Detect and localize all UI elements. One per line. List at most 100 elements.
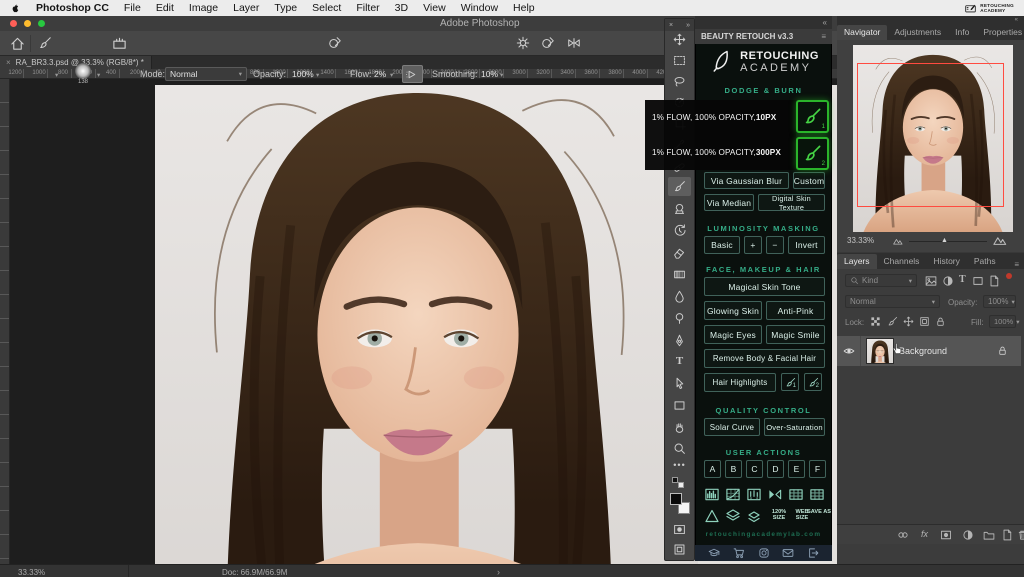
histogram-action-icon[interactable] <box>704 487 720 502</box>
grid-action-icon[interactable] <box>788 487 804 502</box>
user-action-e-button[interactable]: E <box>788 460 805 478</box>
symmetry-butterfly-icon[interactable] <box>567 36 581 50</box>
opacity-value[interactable]: 100% <box>292 69 314 79</box>
menu-filter[interactable]: Filter <box>356 2 379 14</box>
instagram-icon[interactable] <box>758 547 770 559</box>
luminosity-invert-button[interactable]: Invert <box>788 236 825 254</box>
layer-fill-field[interactable]: 100%▾ <box>989 315 1016 328</box>
brush-tool-preset-icon[interactable] <box>38 36 52 50</box>
tab-channels[interactable]: Channels <box>877 254 927 269</box>
stack-layers-action-icon[interactable] <box>725 508 741 524</box>
filter-type-icon[interactable]: T <box>959 274 966 285</box>
home-icon[interactable] <box>10 36 25 51</box>
user-action-f-button[interactable]: F <box>809 460 826 478</box>
flow-value[interactable]: 2% <box>374 69 386 79</box>
close-icon[interactable]: × <box>669 22 673 29</box>
chevron-down-icon[interactable]: ▾ <box>97 71 100 79</box>
via-gaussian-blur-button[interactable]: Via Gaussian Blur <box>704 172 789 189</box>
navigator-view-box[interactable] <box>857 63 1004 207</box>
flatten-layers-action-icon[interactable] <box>746 508 762 524</box>
luminosity-plus-button[interactable]: + <box>744 236 762 254</box>
user-action-b-button[interactable]: B <box>725 460 742 478</box>
blend-mode-select[interactable]: Normal▾ <box>845 295 940 308</box>
menu-image[interactable]: Image <box>189 2 218 14</box>
insert-grid-action-icon[interactable] <box>809 487 825 502</box>
navigator-zoom-value[interactable]: 33.33% <box>847 236 874 245</box>
slider-thumb[interactable]: ▲ <box>941 237 948 244</box>
levels-action-icon[interactable] <box>746 487 762 502</box>
layer-visibility-eye-icon[interactable] <box>843 345 855 357</box>
solar-curve-button[interactable]: Solar Curve <box>704 418 760 436</box>
filter-shape-icon[interactable] <box>972 275 984 287</box>
tab-history[interactable]: History <box>926 254 966 269</box>
menu-3d[interactable]: 3D <box>395 2 408 14</box>
filter-image-icon[interactable] <box>925 275 937 287</box>
academy-link[interactable]: retouchingacademylab.com <box>696 531 831 538</box>
cart-icon[interactable] <box>733 547 745 559</box>
email-icon[interactable] <box>782 547 794 559</box>
type-tool[interactable]: T <box>665 355 694 367</box>
hair-highlights-button[interactable]: Hair Highlights <box>704 373 776 392</box>
menu-view[interactable]: View <box>423 2 446 14</box>
menu-select[interactable]: Select <box>312 2 341 14</box>
smoothing-value[interactable]: 10% <box>481 69 498 79</box>
hand-tool[interactable] <box>665 421 694 434</box>
lock-all-icon[interactable] <box>935 316 946 327</box>
chevron-down-icon[interactable]: ▾ <box>55 71 58 79</box>
history-brush-tool[interactable] <box>665 224 694 237</box>
layer-style-fx-button[interactable]: fx <box>921 529 928 539</box>
luminosity-minus-button[interactable]: − <box>766 236 784 254</box>
filter-smart-object-icon[interactable] <box>988 275 1000 287</box>
layer-opacity-field[interactable]: 100%▾ <box>983 295 1016 308</box>
tab-paths[interactable]: Paths <box>967 254 1003 269</box>
marquee-tool[interactable] <box>665 54 694 67</box>
brush-tool-selected[interactable] <box>665 180 694 193</box>
tab-layers[interactable]: Layers <box>837 254 877 269</box>
education-cap-icon[interactable] <box>708 547 720 559</box>
apple-icon[interactable] <box>10 3 21 14</box>
beauty-retouch-tab[interactable]: BEAUTY RETOUCH v3.3 ≡ <box>695 29 832 44</box>
gradient-tool[interactable] <box>665 268 694 281</box>
new-adjustment-layer-icon[interactable] <box>962 529 974 541</box>
delete-layer-trash-icon[interactable] <box>1017 529 1024 541</box>
dodge-burn-brush-2-button[interactable]: 2 <box>796 137 829 170</box>
lock-artboard-icon[interactable] <box>919 316 930 327</box>
layer-name[interactable]: Background <box>899 346 947 356</box>
dodge-tool[interactable] <box>665 312 694 325</box>
move-tool[interactable] <box>665 33 694 46</box>
lasso-tool[interactable] <box>665 75 694 88</box>
status-doc-info[interactable]: Doc: 66.9M/66.9M <box>222 568 287 577</box>
triangle-action-icon[interactable] <box>704 508 720 524</box>
filter-toggle-dot[interactable] <box>1006 273 1012 279</box>
swap-colors-mini-bg[interactable] <box>678 482 684 488</box>
chevron-down-icon[interactable]: ▾ <box>500 71 503 79</box>
user-action-d-button[interactable]: D <box>767 460 784 478</box>
menu-window[interactable]: Window <box>461 2 498 14</box>
luminosity-basic-button[interactable]: Basic <box>704 236 740 254</box>
close-window-button[interactable] <box>10 20 17 27</box>
airbrush-toggle-active[interactable] <box>402 65 423 83</box>
zoom-out-mountains-icon[interactable] <box>893 236 903 246</box>
collapse-icon[interactable]: « <box>1015 17 1018 23</box>
magic-eyes-button[interactable]: Magic Eyes <box>704 325 762 344</box>
tab-navigator[interactable]: Navigator <box>837 25 887 40</box>
navigator-thumbnail[interactable] <box>853 45 1013 232</box>
collapse-icon[interactable]: « <box>823 18 827 27</box>
before-after-action-icon[interactable] <box>767 487 783 502</box>
remove-body-facial-hair-button[interactable]: Remove Body & Facial Hair <box>704 349 825 368</box>
men u-type[interactable]: Type <box>274 2 297 14</box>
pressure-opacity-icon[interactable] <box>328 36 342 50</box>
via-median-button[interactable]: Via Median <box>704 194 754 211</box>
sign-out-icon[interactable] <box>807 547 819 559</box>
chevron-down-icon[interactable]: ▾ <box>316 71 319 79</box>
panel-menu-icon[interactable]: ≡ <box>821 32 826 41</box>
gear-icon[interactable] <box>516 36 530 50</box>
digital-skin-texture-button[interactable]: Digital Skin Texture <box>758 194 825 211</box>
over-saturation-button[interactable]: Over-Saturation <box>764 418 825 436</box>
close-tab-icon[interactable]: × <box>6 58 11 67</box>
brush-preview[interactable] <box>75 63 91 79</box>
menu-help[interactable]: Help <box>513 2 535 14</box>
chevron-down-icon[interactable]: ▾ <box>390 71 393 79</box>
status-zoom-value[interactable]: 33.33% <box>18 568 45 577</box>
zoom-window-button[interactable] <box>38 20 45 27</box>
